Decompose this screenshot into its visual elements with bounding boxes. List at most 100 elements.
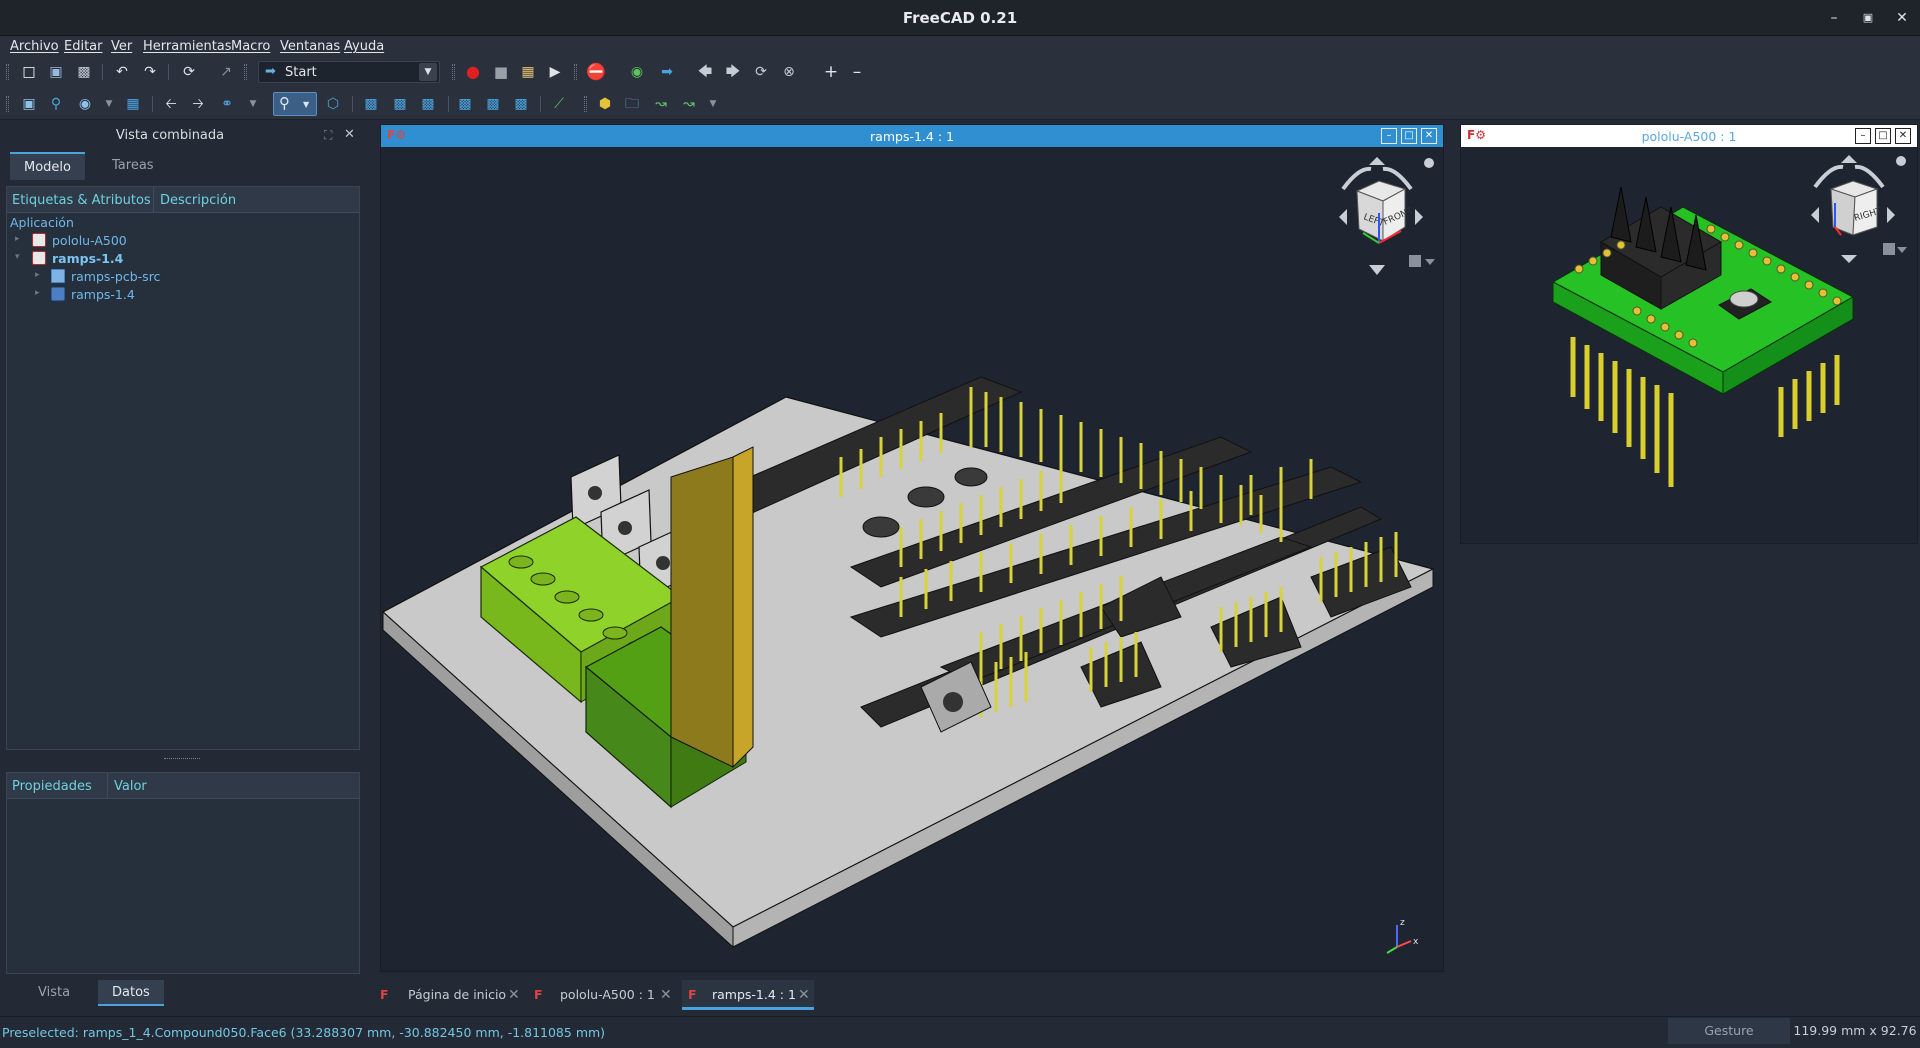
back-icon[interactable]: 🡄 bbox=[696, 63, 714, 81]
close-icon[interactable]: ✕ bbox=[1421, 128, 1437, 144]
navigation-cube-main[interactable]: LEFT FRONT bbox=[1319, 149, 1439, 279]
workbench-selector[interactable]: ➡ Start ▼ bbox=[258, 61, 440, 83]
redo-icon[interactable]: ↷ bbox=[141, 63, 159, 81]
menu-ventanas[interactable]: Ventanas bbox=[280, 39, 340, 54]
toolbar-grip[interactable] bbox=[6, 64, 9, 80]
link-actions-icon[interactable]: ↝ bbox=[680, 95, 698, 113]
bounding-box-icon[interactable]: ▦ bbox=[124, 95, 142, 113]
tab-pololu[interactable]: F pololu-A500 : 1 ✕ bbox=[534, 980, 684, 1010]
minimize-icon[interactable]: – bbox=[1822, 6, 1846, 30]
execute-macro-icon[interactable]: ▶ bbox=[546, 63, 564, 81]
reload-icon[interactable]: ⟳ bbox=[752, 63, 770, 81]
sync-view-icon[interactable]: ⚭ bbox=[218, 95, 236, 113]
close-panel-icon[interactable]: ✕ bbox=[344, 127, 355, 142]
web-home-icon[interactable]: ◉ bbox=[628, 63, 646, 81]
zoom-in-icon[interactable]: + bbox=[822, 63, 840, 81]
undo-icon[interactable]: ↶ bbox=[113, 63, 131, 81]
save-document-icon[interactable]: ▩ bbox=[75, 63, 93, 81]
view-bottom-icon[interactable]: ▩ bbox=[484, 95, 502, 113]
zoom-out-icon[interactable]: – bbox=[848, 63, 866, 81]
open-document-icon[interactable]: ▣ bbox=[47, 63, 65, 81]
navigation-style-button[interactable]: Gesture bbox=[1668, 1018, 1790, 1044]
view-rear-icon[interactable]: ▩ bbox=[456, 95, 474, 113]
3d-viewport-main[interactable]: LEFT FRONT z x bbox=[381, 147, 1443, 971]
menu-editar[interactable]: Editar bbox=[64, 39, 103, 54]
create-part-icon[interactable]: ⬢ bbox=[596, 95, 614, 113]
toolbar-grip[interactable] bbox=[584, 96, 587, 112]
close-icon[interactable]: ✕ bbox=[1890, 6, 1914, 30]
close-tab-icon[interactable]: ✕ bbox=[508, 980, 520, 1010]
tree-root-application[interactable]: Aplicación bbox=[10, 214, 74, 232]
fit-selection-icon[interactable]: ⚲ bbox=[47, 95, 65, 113]
navigation-cube-pololu[interactable]: RIGHT bbox=[1791, 147, 1911, 277]
draw-style-icon[interactable]: ◉ bbox=[76, 95, 94, 113]
close-tab-icon[interactable]: ✕ bbox=[798, 980, 810, 1010]
close-tab-icon[interactable]: ✕ bbox=[660, 980, 672, 1010]
chevron-down-icon[interactable]: ▼ bbox=[244, 95, 262, 113]
fit-all-icon[interactable]: ▣ bbox=[20, 95, 38, 113]
web-go-icon[interactable]: ➡ bbox=[658, 63, 676, 81]
macros-icon[interactable]: ▦ bbox=[519, 63, 537, 81]
record-macro-icon[interactable]: ● bbox=[464, 63, 482, 81]
chevron-down-icon[interactable]: ▼ bbox=[419, 63, 437, 81]
minimize-icon[interactable]: – bbox=[1381, 128, 1397, 144]
minimize-icon[interactable]: – bbox=[1855, 128, 1871, 144]
link-icon[interactable]: ↝ bbox=[652, 95, 670, 113]
stop-macro-icon[interactable]: ■ bbox=[492, 63, 510, 81]
toolbar-grip[interactable] bbox=[452, 64, 455, 80]
view-top-icon[interactable]: ▩ bbox=[391, 95, 409, 113]
view-back-icon[interactable]: 🡠 bbox=[162, 95, 180, 113]
tab-datos[interactable]: Datos bbox=[98, 980, 164, 1006]
view-forward-icon[interactable]: 🡢 bbox=[189, 95, 207, 113]
tree-column-description[interactable]: Descripción bbox=[153, 187, 359, 213]
menu-macro[interactable]: Macro bbox=[231, 39, 270, 54]
new-document-icon[interactable]: □ bbox=[20, 63, 38, 81]
expand-arrow-icon[interactable]: ▸ bbox=[15, 234, 20, 244]
expand-arrow-icon[interactable]: ▸ bbox=[35, 288, 40, 298]
stop-loading-icon[interactable]: ⊗ bbox=[780, 63, 798, 81]
forward-icon[interactable]: 🡆 bbox=[724, 63, 742, 81]
menu-herramientas[interactable]: Herramientas bbox=[143, 39, 232, 54]
measure-distance-icon[interactable]: ⟋ bbox=[550, 95, 568, 113]
view-right-icon[interactable]: ▩ bbox=[419, 95, 437, 113]
view-left-icon[interactable]: ▩ bbox=[512, 95, 530, 113]
create-group-icon[interactable]: 🗀 bbox=[623, 95, 641, 113]
chevron-down-icon[interactable]: ▼ bbox=[100, 95, 118, 113]
tree-item-pololu[interactable]: pololu-A500 bbox=[52, 232, 127, 250]
tree-item-ramps[interactable]: ramps-1.4 bbox=[52, 250, 123, 268]
splitter-handle[interactable] bbox=[164, 758, 200, 760]
maximize-icon[interactable]: □ bbox=[1875, 128, 1891, 144]
tab-pagina-inicio[interactable]: F Página de inicio ✕ bbox=[380, 980, 530, 1010]
tree-item-ramps-pcb-src[interactable]: ramps-pcb-src bbox=[71, 268, 160, 286]
tab-ramps[interactable]: F ramps-1.4 : 1 ✕ bbox=[682, 980, 814, 1010]
prop-column-properties[interactable]: Propiedades bbox=[7, 773, 107, 799]
tab-label: ramps-1.4 : 1 bbox=[712, 987, 796, 1002]
menu-ver[interactable]: Ver bbox=[111, 39, 132, 54]
std-views-button[interactable]: ⚲ ▼ bbox=[273, 92, 317, 116]
close-icon[interactable]: ✕ bbox=[1895, 128, 1911, 144]
ramps-board-model[interactable] bbox=[381, 147, 1443, 971]
maximize-icon[interactable]: ▣ bbox=[1856, 6, 1880, 30]
collapse-arrow-icon[interactable]: ▾ bbox=[15, 252, 20, 262]
view-isometric-icon[interactable]: ⬡ bbox=[324, 95, 342, 113]
prop-column-value[interactable]: Valor bbox=[107, 773, 359, 799]
chevron-down-icon[interactable]: ▼ bbox=[704, 95, 722, 113]
tab-modelo[interactable]: Modelo bbox=[10, 152, 85, 180]
expand-arrow-icon[interactable]: ▸ bbox=[35, 270, 40, 280]
view-front-icon[interactable]: ▩ bbox=[362, 95, 380, 113]
toolbar-grip[interactable] bbox=[574, 64, 577, 80]
tab-vista[interactable]: Vista bbox=[24, 980, 84, 1006]
whats-this-icon[interactable]: ↗ bbox=[217, 63, 235, 81]
3d-viewport-pololu[interactable]: RIGHT bbox=[1461, 147, 1917, 543]
tab-tareas[interactable]: Tareas bbox=[98, 152, 168, 180]
refresh-icon[interactable]: ⟳ bbox=[180, 63, 198, 81]
toolbar-grip[interactable] bbox=[244, 64, 247, 80]
stop-nav-icon[interactable]: ⛔ bbox=[586, 63, 606, 81]
float-panel-icon[interactable]: ⛶ bbox=[324, 128, 332, 143]
menu-ayuda[interactable]: Ayuda bbox=[344, 39, 384, 54]
toolbar-grip[interactable] bbox=[6, 96, 9, 112]
menu-archivo[interactable]: Archivo bbox=[10, 39, 59, 54]
tree-item-ramps-part[interactable]: ramps-1.4 bbox=[71, 286, 135, 304]
maximize-icon[interactable]: □ bbox=[1401, 128, 1417, 144]
tree-column-labels[interactable]: Etiquetas & Atributos bbox=[7, 187, 153, 213]
